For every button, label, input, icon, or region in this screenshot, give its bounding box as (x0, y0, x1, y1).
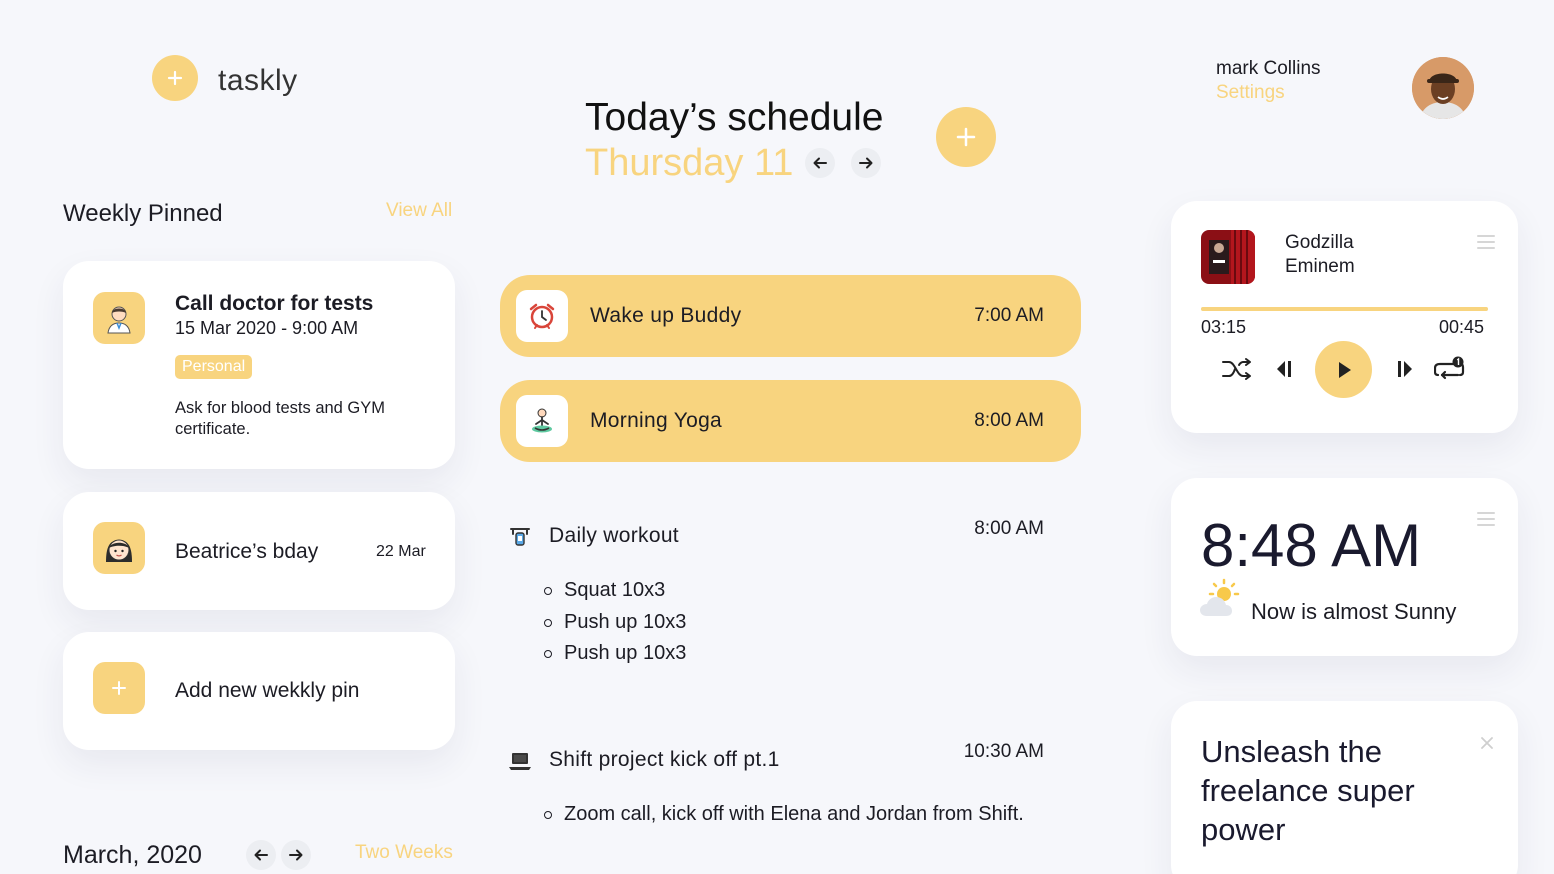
laptop-icon (509, 753, 531, 770)
promo-text: Unsleash the freelance super power (1201, 734, 1415, 847)
plus-icon (167, 70, 183, 86)
plus-icon (112, 681, 126, 695)
woman-face-icon (106, 539, 132, 562)
close-icon[interactable] (1481, 737, 1493, 749)
task-time: 10:30 AM (963, 741, 1044, 762)
clock-time: 8:48 AM (1201, 512, 1422, 579)
add-task-button[interactable] (936, 107, 996, 167)
prev-day-button[interactable] (805, 148, 835, 178)
doctor-icon (107, 306, 131, 334)
pin-icon-tile (93, 522, 145, 574)
weekly-pinned-title: Weekly Pinned (63, 200, 223, 227)
tag-badge: Personal (175, 355, 253, 379)
task-name: Morning Yoga (590, 409, 723, 432)
pin-title: Beatrice’s bday (175, 540, 319, 563)
next-month-button[interactable] (281, 840, 311, 870)
shuffle-icon[interactable] (1221, 357, 1253, 381)
next-track-icon[interactable] (1393, 359, 1417, 379)
menu-icon[interactable] (1477, 512, 1495, 526)
app-name: taskly (218, 64, 298, 97)
task-icon-tile (516, 395, 568, 447)
task-time: 8:00 AM (974, 410, 1044, 431)
list-item: Push up 10x3 (544, 610, 686, 642)
song-title: Godzilla (1285, 232, 1354, 253)
task-item[interactable]: Daily workout 8:00 AM Squat 10x3 Push up… (500, 508, 1081, 678)
avatar[interactable] (1412, 57, 1474, 119)
promo-card: Unsleash the freelance super power (1171, 701, 1518, 874)
remaining-time: 00:45 (1439, 317, 1485, 337)
pin-note: Ask for blood tests and GYM certificate. (175, 399, 386, 438)
task-subitems: Squat 10x3 Push up 10x3 Push up 10x3 (544, 578, 686, 673)
range-toggle-link[interactable]: Two Weeks (355, 842, 453, 864)
add-pin-tile (93, 662, 145, 714)
play-button[interactable] (1315, 341, 1372, 398)
plus-icon (956, 127, 976, 147)
arrow-left-icon (813, 157, 827, 169)
menu-icon[interactable] (1477, 235, 1495, 249)
task-item[interactable]: Wake up Buddy 7:00 AM (500, 275, 1081, 357)
prev-month-button[interactable] (246, 840, 276, 870)
repeat-one-icon[interactable] (1434, 355, 1466, 383)
user-avatar-icon (1412, 57, 1474, 119)
weather-text: Now is almost Sunny (1251, 599, 1457, 624)
task-icon-tile (516, 290, 568, 342)
view-all-link[interactable]: View All (386, 200, 452, 222)
music-player-card: Godzilla Eminem 03:15 00:45 (1171, 201, 1518, 433)
task-item[interactable]: Morning Yoga 8:00 AM (500, 380, 1081, 462)
task-name: Shift project kick off pt.1 (549, 748, 780, 771)
arrow-right-icon (859, 157, 873, 169)
add-pin-label: Add new wekkly pin (175, 679, 360, 702)
pin-title: Call doctor for tests (175, 292, 374, 315)
previous-track-icon[interactable] (1272, 359, 1296, 379)
list-item: Zoom call, kick off with Elena and Jorda… (544, 802, 1024, 834)
task-item[interactable]: Shift project kick off pt.1 10:30 AM Zoo… (500, 732, 1081, 832)
task-name: Wake up Buddy (590, 304, 742, 327)
dumbbell-icon (510, 528, 530, 546)
list-item: Squat 10x3 (544, 578, 686, 610)
yoga-icon (532, 408, 552, 433)
task-time: 7:00 AM (974, 305, 1044, 326)
add-pin-card[interactable]: Add new wekkly pin (63, 632, 455, 750)
elapsed-time: 03:15 (1201, 317, 1247, 337)
settings-link[interactable]: Settings (1216, 82, 1285, 104)
arrow-left-icon (254, 849, 268, 861)
album-art (1201, 230, 1255, 284)
task-time: 8:00 AM (974, 518, 1044, 539)
next-day-button[interactable] (851, 148, 881, 178)
song-artist: Eminem (1285, 256, 1355, 277)
pin-icon-tile (93, 292, 145, 344)
pinned-card[interactable]: Call doctor for tests 15 Mar 2020 - 9:00… (63, 261, 455, 469)
user-name: mark Collins (1216, 58, 1321, 79)
progress-track[interactable] (1201, 307, 1488, 311)
logo-add-button[interactable] (152, 55, 198, 101)
partly-sunny-icon (1200, 578, 1240, 616)
list-item: Push up 10x3 (544, 641, 686, 673)
pin-date: 22 Mar (376, 543, 426, 560)
page-title: Today’s schedule (585, 96, 884, 139)
arrow-right-icon (289, 849, 303, 861)
pin-datetime: 15 Mar 2020 - 9:00 AM (175, 318, 359, 338)
album-cover-icon (1201, 230, 1255, 284)
task-subitems: Zoom call, kick off with Elena and Jorda… (544, 802, 1024, 834)
progress-fill (1201, 307, 1488, 311)
pinned-card[interactable]: Beatrice’s bday 22 Mar (63, 492, 455, 610)
clock-card: 8:48 AM Now is almost Sunny (1171, 478, 1518, 656)
schedule-day: Thursday 11 (585, 142, 794, 184)
calendar-month: March, 2020 (63, 841, 202, 869)
alarm-clock-icon (529, 303, 555, 329)
play-icon (1338, 361, 1351, 378)
task-name: Daily workout (549, 524, 679, 547)
